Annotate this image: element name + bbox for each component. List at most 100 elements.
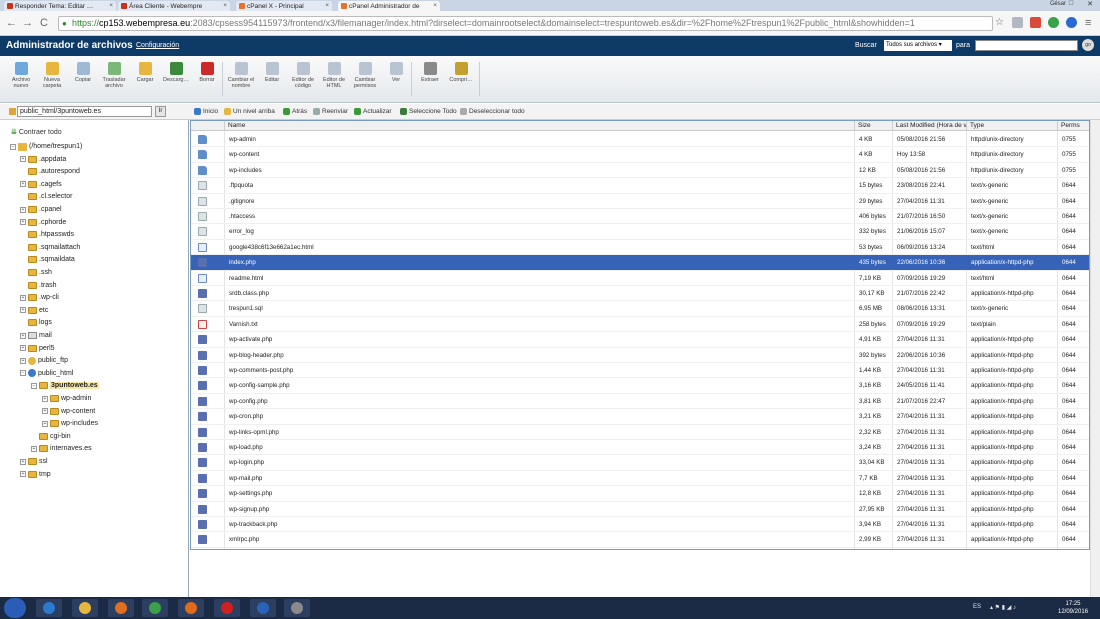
tree-expander-icon[interactable]: + bbox=[20, 219, 26, 226]
file-explorer-icon[interactable] bbox=[72, 599, 98, 617]
search-input[interactable] bbox=[975, 40, 1078, 51]
collapse-all-link[interactable]: ⇊ Contraer todo bbox=[11, 128, 62, 136]
table-row[interactable]: index.php 435 bytes 22/06/2016 10:36 applic… bbox=[191, 255, 1089, 271]
tree-node[interactable]: .autorespond bbox=[20, 166, 80, 177]
table-row[interactable]: wp-cron.php 3,21 KB 27/04/2016 11:31 applic… bbox=[191, 409, 1089, 425]
table-row[interactable]: wp-blog-header.php 392 bytes 22/06/2016 10… bbox=[191, 348, 1089, 363]
tree-expander-icon[interactable]: + bbox=[20, 345, 26, 352]
tree-expander-icon[interactable]: − bbox=[10, 143, 16, 150]
action-forward-arrow[interactable]: Reenviar bbox=[313, 108, 348, 115]
tree-expander-icon[interactable]: + bbox=[20, 181, 26, 188]
browser-tab[interactable]: cPanel X - Principal × bbox=[236, 1, 332, 11]
tree-expander-icon[interactable]: + bbox=[20, 332, 26, 339]
toolbar-button-new-file[interactable]: Archivo nuevo bbox=[6, 62, 36, 89]
tree-node[interactable]: + .cphorde bbox=[20, 217, 66, 228]
close-tab-icon[interactable]: × bbox=[325, 2, 329, 9]
tree-expander-icon[interactable]: + bbox=[42, 408, 48, 415]
toolbar-button-rename[interactable]: Cambiar el nombre bbox=[226, 62, 256, 89]
toolbar-button-view[interactable]: Ver bbox=[381, 62, 411, 83]
table-row[interactable]: wp-content 4 KB Hoy 13:58 httpd/unix-direct… bbox=[191, 147, 1089, 163]
toolbar-button-move[interactable]: Trasladar archivo bbox=[99, 62, 129, 89]
tree-node[interactable]: logs bbox=[20, 317, 52, 328]
tree-node[interactable]: + .wp-cli bbox=[20, 292, 59, 303]
browser-tab[interactable]: Área Cliente - Webempre × bbox=[118, 1, 230, 11]
table-row[interactable]: wp-links-opml.php 2,32 KB 27/04/2016 11:31… bbox=[191, 425, 1089, 440]
tree-node[interactable]: − (/home/trespun1) bbox=[10, 141, 82, 152]
action-home[interactable]: Inicio bbox=[194, 108, 218, 115]
tree-node[interactable]: − 3puntoweb.es bbox=[31, 380, 99, 391]
table-row[interactable]: wp-login.php 33,04 KB 27/04/2016 11:31 appl… bbox=[191, 455, 1089, 471]
extension-icon[interactable] bbox=[1066, 17, 1077, 28]
action-refresh[interactable]: Actualizar bbox=[354, 108, 392, 115]
table-row[interactable]: readme.html 7,19 KB 07/09/2016 19:29 text/h… bbox=[191, 271, 1089, 286]
table-row[interactable]: wp-includes 12 KB 05/08/2016 21:56 httpd/un… bbox=[191, 163, 1089, 179]
tree-expander-icon[interactable]: + bbox=[20, 206, 26, 213]
action-back-arrow[interactable]: Atrás bbox=[283, 108, 307, 115]
column-header-name[interactable]: Name bbox=[224, 121, 854, 131]
action-deselect-all[interactable]: Deseleccionar todo bbox=[460, 108, 525, 115]
close-tab-icon[interactable]: × bbox=[109, 2, 113, 9]
table-row[interactable]: wp-config-sample.php 3,16 KB 24/05/2016 11… bbox=[191, 378, 1089, 394]
column-header-last[interactable]: Last Modified (Hora de v bbox=[892, 121, 966, 131]
tree-expander-icon[interactable]: + bbox=[20, 294, 26, 301]
tree-node[interactable]: + wp-admin bbox=[42, 393, 91, 404]
tree-node[interactable]: + .appdata bbox=[20, 154, 66, 165]
browser-tab[interactable]: Responder Tema: Editar … × bbox=[4, 1, 116, 11]
action-select-all[interactable]: Seleccione Todo bbox=[400, 108, 457, 115]
close-tab-icon[interactable]: × bbox=[223, 2, 227, 9]
toolbar-button-extract[interactable]: Extraer bbox=[415, 62, 445, 83]
tree-node[interactable]: + mail bbox=[20, 330, 52, 341]
reload-button[interactable]: C bbox=[40, 17, 48, 29]
table-row[interactable]: wp-config.php 3,81 KB 21/07/2016 22:47 appl… bbox=[191, 394, 1089, 410]
table-row[interactable]: error_log 332 bytes 21/06/2016 15:07 text/x… bbox=[191, 224, 1089, 240]
tree-node[interactable]: + wp-content bbox=[42, 406, 95, 417]
tree-node[interactable]: .trash bbox=[20, 280, 57, 291]
media-player-icon[interactable] bbox=[108, 599, 134, 617]
action-up-level[interactable]: Un nivel arriba bbox=[224, 108, 275, 115]
tree-expander-icon[interactable]: + bbox=[20, 357, 26, 364]
tray-icons[interactable]: ▴ ⚑ ▮ ◢ ♪ bbox=[990, 604, 1016, 611]
table-row[interactable]: xmlrpc.php 2,99 KB 27/04/2016 11:31 applica… bbox=[191, 532, 1089, 548]
extension-icon[interactable] bbox=[1030, 17, 1041, 28]
table-row[interactable]: wp-settings.php 12,8 KB 27/04/2016 11:31 ap… bbox=[191, 486, 1089, 502]
browser-tab[interactable]: cPanel Administrador de × bbox=[338, 1, 440, 11]
url-field[interactable]: ● https://cp153.webempresa.eu:2083/cpsess… bbox=[58, 16, 993, 31]
toolbar-button-permissions[interactable]: Cambiar permisos bbox=[350, 62, 380, 89]
tree-node[interactable]: − public_html bbox=[20, 368, 73, 379]
tree-expander-icon[interactable]: − bbox=[31, 382, 37, 389]
tree-expander-icon[interactable]: − bbox=[20, 370, 26, 377]
table-row[interactable]: wp-comments-post.php 1,44 KB 27/04/2016 11… bbox=[191, 363, 1089, 379]
table-row[interactable]: wp-mail.php 7,7 KB 27/04/2016 11:31 applica… bbox=[191, 471, 1089, 487]
path-input[interactable]: public_html/3puntoweb.es bbox=[17, 106, 152, 117]
maximize-icon[interactable]: □ bbox=[1066, 0, 1076, 7]
tree-expander-icon[interactable]: + bbox=[20, 458, 26, 465]
tree-node[interactable]: + ssl bbox=[20, 456, 48, 467]
toolbar-button-new-folder[interactable]: Nueva carpeta bbox=[37, 62, 67, 89]
table-row[interactable]: .ftpquota 15 bytes 23/08/2016 22:41 text/x-… bbox=[191, 178, 1089, 194]
toolbar-button-copy[interactable]: Copiar bbox=[68, 62, 98, 83]
column-header-type[interactable]: Type bbox=[966, 121, 1057, 131]
opera-icon[interactable] bbox=[214, 599, 240, 617]
search-go-button[interactable]: go bbox=[1082, 39, 1094, 51]
tree-expander-icon[interactable]: + bbox=[31, 445, 37, 452]
toolbar-button-html-editor[interactable]: Editor de HTML bbox=[319, 62, 349, 89]
tree-node[interactable]: + internaves.es bbox=[31, 443, 92, 454]
tree-node[interactable]: .ssh bbox=[20, 267, 52, 278]
tree-node[interactable]: .sqmaildata bbox=[20, 254, 75, 265]
table-row[interactable]: Varnish.txt 258 bytes 07/09/2016 19:29 text… bbox=[191, 317, 1089, 333]
table-row[interactable]: wp-admin 4 KB 05/08/2016 21:56 httpd/unix-d… bbox=[191, 132, 1089, 148]
menu-icon[interactable]: ≡ bbox=[1085, 17, 1091, 29]
table-row[interactable]: wp-activate.php 4,91 KB 27/04/2016 11:31 ap… bbox=[191, 332, 1089, 348]
tree-expander-icon[interactable]: + bbox=[42, 420, 48, 427]
table-row[interactable]: wp-signup.php 27,95 KB 27/04/2016 11:31 app… bbox=[191, 502, 1089, 517]
tree-node[interactable]: + wp-includes bbox=[42, 418, 98, 429]
tree-node[interactable]: .htpasswds bbox=[20, 229, 74, 240]
table-row[interactable]: .gitignore 29 bytes 27/04/2016 11:31 text/x… bbox=[191, 194, 1089, 209]
tree-expander-icon[interactable]: + bbox=[20, 307, 26, 314]
toolbar-button-compress[interactable]: Compri… bbox=[446, 62, 476, 83]
tree-node[interactable]: + .cpanel bbox=[20, 204, 62, 215]
extension-icon[interactable] bbox=[1048, 17, 1059, 28]
table-row[interactable]: google438c6f13e662a1ec.html 53 bytes 06/09… bbox=[191, 240, 1089, 256]
minimize-icon[interactable]: – bbox=[1050, 0, 1060, 7]
tree-expander-icon[interactable]: + bbox=[20, 471, 26, 478]
